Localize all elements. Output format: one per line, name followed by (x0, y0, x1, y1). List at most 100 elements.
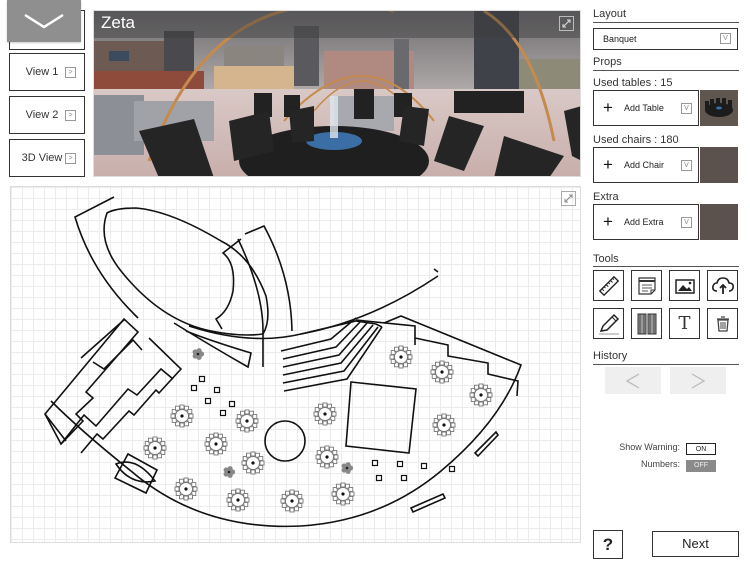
preview-expand-button[interactable] (559, 16, 574, 31)
trash-icon (716, 315, 729, 332)
3d-view-label: 3D View (21, 152, 63, 164)
table-thumbnail[interactable] (700, 90, 738, 126)
round-table[interactable] (315, 445, 339, 469)
notes-icon (637, 276, 656, 295)
expand-icon (564, 194, 573, 203)
add-table-label: Add Table (624, 103, 664, 113)
view-2-button[interactable]: View 2 > (9, 96, 85, 134)
chair[interactable] (420, 462, 428, 470)
floor-plan-canvas[interactable] (10, 186, 581, 543)
chair[interactable] (375, 474, 383, 482)
dropdown-icon: V (720, 33, 731, 44)
upload-tool-button[interactable] (707, 270, 738, 301)
add-chair-button[interactable]: + Add Chair V (593, 147, 699, 183)
used-tables-label: Used tables : 15 (593, 77, 673, 89)
plant-icon[interactable] (341, 462, 354, 474)
view-1-button[interactable]: View 1 > (9, 53, 85, 91)
pencil-tool-button[interactable] (593, 308, 624, 339)
extra-label: Extra (593, 191, 619, 203)
chair[interactable] (396, 460, 404, 468)
undo-arrow-icon (625, 372, 640, 389)
3d-preview[interactable]: Zeta (93, 10, 581, 177)
ruler-tool-button[interactable] (593, 270, 624, 301)
floor-plan-drawing (44, 196, 523, 528)
chair[interactable] (219, 409, 227, 417)
chair[interactable] (448, 465, 456, 473)
round-table[interactable] (241, 451, 265, 475)
image-tool-button[interactable] (669, 270, 700, 301)
chair-thumbnail[interactable] (700, 147, 738, 183)
plus-icon: + (603, 155, 613, 174)
chair[interactable] (204, 397, 212, 405)
layout-value: Banquet (603, 34, 637, 44)
chair[interactable] (198, 375, 206, 383)
round-table[interactable] (143, 436, 167, 460)
3d-view-button[interactable]: 3D View > (9, 139, 85, 177)
help-button[interactable]: ? (593, 530, 623, 559)
divider (593, 364, 739, 365)
round-table[interactable] (313, 402, 337, 426)
round-table[interactable] (170, 404, 194, 428)
tools-label: Tools (593, 253, 619, 265)
round-table[interactable] (226, 488, 250, 512)
props-label: Props (593, 56, 622, 68)
cloud-upload-icon (711, 276, 734, 294)
arrow-right-icon: > (65, 110, 76, 121)
expand-icon (562, 19, 571, 28)
round-table-icon (705, 98, 733, 117)
chair[interactable] (228, 400, 236, 408)
round-table[interactable] (389, 345, 413, 369)
view-2-label: View 2 (25, 109, 59, 121)
round-table[interactable] (469, 383, 493, 407)
round-table[interactable] (331, 482, 355, 506)
add-table-button[interactable]: + Add Table V (593, 90, 699, 126)
layout-label: Layout (593, 8, 627, 20)
plant-icon[interactable] (223, 466, 236, 478)
add-extra-button[interactable]: + Add Extra V (593, 204, 699, 240)
image-icon (674, 278, 695, 294)
preview-title: Zeta (101, 13, 136, 32)
add-extra-label: Add Extra (624, 217, 664, 227)
plant-icon[interactable] (192, 348, 205, 360)
chair[interactable] (190, 384, 198, 392)
plus-icon: + (603, 212, 613, 231)
view-1-label: View 1 (25, 66, 59, 78)
plus-icon: + (603, 98, 613, 117)
divider (593, 22, 739, 23)
round-table[interactable] (204, 432, 228, 456)
round-table[interactable] (432, 413, 456, 437)
delete-tool-button[interactable] (707, 308, 738, 339)
round-table[interactable] (235, 409, 259, 433)
undo-button[interactable] (605, 367, 661, 394)
notes-tool-button[interactable] (631, 270, 662, 301)
show-warning-label: Show Warning: (619, 442, 680, 452)
history-label: History (593, 350, 628, 362)
redo-arrow-icon (691, 372, 706, 389)
arrow-right-icon: > (65, 67, 76, 78)
next-button[interactable]: Next (652, 531, 739, 557)
add-chair-label: Add Chair (624, 160, 665, 170)
plan-expand-button[interactable] (561, 191, 576, 206)
layout-select[interactable]: Banquet V (593, 28, 738, 50)
curtain-tool-button[interactable] (631, 308, 662, 339)
divider (593, 266, 739, 267)
chevron-down-icon (24, 13, 64, 29)
round-table[interactable] (280, 489, 304, 513)
preview-title-bar (94, 11, 580, 38)
round-table[interactable] (430, 360, 454, 384)
text-icon: T (678, 313, 691, 334)
chair[interactable] (400, 474, 408, 482)
show-warning-toggle[interactable]: ON (686, 443, 716, 455)
round-table[interactable] (174, 477, 198, 501)
dropdown-icon: V (681, 103, 692, 114)
arrow-right-icon: > (65, 153, 76, 164)
redo-button[interactable] (670, 367, 726, 394)
numbers-toggle[interactable]: OFF (686, 460, 716, 472)
text-tool-button[interactable]: T (669, 308, 700, 339)
dropdown-icon: V (681, 160, 692, 171)
extra-thumbnail[interactable] (700, 204, 738, 240)
chair[interactable] (213, 386, 221, 394)
collapse-toggle-button[interactable] (7, 0, 81, 42)
divider (593, 70, 739, 71)
chair[interactable] (371, 459, 379, 467)
